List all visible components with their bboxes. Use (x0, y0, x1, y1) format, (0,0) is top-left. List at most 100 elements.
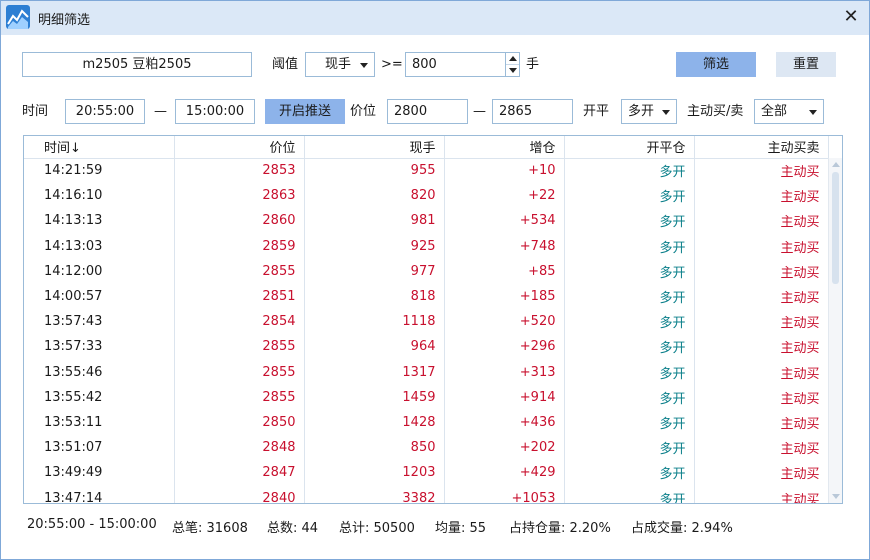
time-start-input[interactable]: 20:55:00 (65, 99, 145, 124)
cell-side: 主动买 (694, 435, 829, 461)
table-row[interactable]: 14:13:03 2859 925 +748 多开 主动买 (24, 233, 829, 259)
cell-volume: 820 (304, 183, 445, 209)
cell-oi-change: +185 (444, 283, 565, 310)
unit-label: 手 (526, 57, 540, 72)
scroll-down-icon[interactable] (832, 494, 840, 499)
time-label: 时间 (22, 104, 49, 119)
header-open-close[interactable]: 开平仓 (564, 136, 695, 159)
table-row[interactable]: 13:49:49 2847 1203 +429 多开 主动买 (24, 460, 829, 486)
table-row[interactable]: 13:55:42 2855 1459 +914 多开 主动买 (24, 384, 829, 410)
cell-side: 主动买 (694, 460, 829, 486)
cell-time: 13:57:43 (24, 309, 175, 335)
header-time[interactable]: 时间↓ (24, 136, 175, 159)
cell-oi-change: +22 (444, 183, 565, 209)
threshold-label: 阈值 (272, 57, 299, 72)
cell-price: 2851 (174, 283, 305, 310)
cell-time: 13:57:33 (24, 334, 175, 360)
open-close-select[interactable]: 多开 (621, 99, 677, 124)
price-max-input[interactable]: 2865 (492, 99, 573, 124)
cell-oi-change: +1053 (444, 485, 565, 503)
scroll-thumb[interactable] (832, 172, 839, 284)
cell-open-close: 多开 (564, 183, 695, 209)
cell-price: 2840 (174, 485, 305, 503)
cell-price: 2847 (174, 460, 305, 486)
threshold-value-input[interactable]: 800 (405, 52, 520, 77)
time-end-input[interactable]: 15:00:00 (175, 99, 255, 124)
cell-side: 主动买 (694, 384, 829, 410)
cell-oi-change: +202 (444, 435, 565, 461)
vertical-scrollbar[interactable] (828, 158, 842, 503)
threshold-type-select[interactable]: 现手 (305, 52, 375, 77)
price-dash: — (473, 104, 486, 119)
scroll-up-icon[interactable] (832, 162, 840, 167)
cell-open-close: 多开 (564, 485, 695, 503)
cell-side: 主动买 (694, 208, 829, 234)
cell-side: 主动买 (694, 359, 829, 385)
table-row[interactable]: 14:13:13 2860 981 +534 多开 主动买 (24, 208, 829, 234)
cell-price: 2855 (174, 359, 305, 385)
table-row[interactable]: 13:57:43 2854 1118 +520 多开 主动买 (24, 309, 829, 335)
cell-time: 14:13:13 (24, 208, 175, 234)
detail-table: 时间↓ 价位 现手 增仓 开平仓 主动买卖 14:21:59 2853 955 +10… (23, 135, 843, 504)
title-bar: 明细筛选 ✕ (1, 1, 869, 35)
header-oi-change[interactable]: 增仓 (444, 136, 565, 159)
cell-open-close: 多开 (564, 409, 695, 436)
cell-time: 13:47:14 (24, 485, 175, 503)
price-label: 价位 (350, 104, 377, 119)
spin-up-icon[interactable] (509, 56, 517, 61)
cell-volume: 818 (304, 283, 445, 310)
cell-oi-change: +313 (444, 359, 565, 385)
table-row[interactable]: 14:00:57 2851 818 +185 多开 主动买 (24, 283, 829, 310)
table-row[interactable]: 14:21:59 2853 955 +10 多开 主动买 (24, 158, 829, 184)
cell-side: 主动买 (694, 183, 829, 209)
cell-side: 主动买 (694, 158, 829, 184)
filter-window: 明细筛选 ✕ m2505 豆粕2505 阈值 现手 >= 800 手 筛选 重置… (0, 0, 870, 560)
spin-down-icon[interactable] (509, 68, 517, 73)
table-row[interactable]: 14:12:00 2855 977 +85 多开 主动买 (24, 258, 829, 284)
chart-line-icon (6, 5, 30, 29)
side-select[interactable]: 全部 (754, 99, 824, 124)
reset-button[interactable]: 重置 (776, 52, 836, 77)
table-row[interactable]: 13:51:07 2848 850 +202 多开 主动买 (24, 435, 829, 461)
cell-volume: 955 (304, 158, 445, 184)
cell-open-close: 多开 (564, 334, 695, 360)
price-min-input[interactable]: 2800 (387, 99, 468, 124)
cell-volume: 1428 (304, 409, 445, 436)
header-volume[interactable]: 现手 (304, 136, 445, 159)
cell-time: 13:49:49 (24, 460, 175, 486)
spinner-arrows-icon[interactable] (505, 53, 519, 76)
table-body: 14:21:59 2853 955 +10 多开 主动买 14:16:10 2863 820 +2… (24, 158, 829, 503)
header-price[interactable]: 价位 (174, 136, 305, 159)
cell-open-close: 多开 (564, 309, 695, 335)
footer-time-range: 20:55:00 - 15:00:00 (27, 517, 157, 532)
table-row[interactable]: 13:47:14 2840 3382 +1053 多开 主动买 (24, 485, 829, 503)
cell-price: 2863 (174, 183, 305, 209)
cell-open-close: 多开 (564, 258, 695, 284)
side-value: 全部 (761, 104, 788, 119)
close-icon[interactable]: ✕ (841, 7, 861, 27)
cell-time: 13:55:42 (24, 384, 175, 410)
cell-open-close: 多开 (564, 435, 695, 461)
cell-side: 主动买 (694, 334, 829, 360)
cell-open-close: 多开 (564, 359, 695, 385)
table-row[interactable]: 13:55:46 2855 1317 +313 多开 主动买 (24, 359, 829, 385)
contract-field[interactable]: m2505 豆粕2505 (22, 52, 252, 77)
cell-open-close: 多开 (564, 384, 695, 410)
cell-side: 主动买 (694, 309, 829, 335)
table-row[interactable]: 14:16:10 2863 820 +22 多开 主动买 (24, 183, 829, 209)
cell-volume: 1118 (304, 309, 445, 335)
cell-price: 2855 (174, 384, 305, 410)
open-close-label: 开平 (583, 104, 610, 119)
table-row[interactable]: 13:53:11 2850 1428 +436 多开 主动买 (24, 409, 829, 436)
cell-side: 主动买 (694, 258, 829, 284)
chevron-down-icon (809, 110, 817, 115)
threshold-type-value: 现手 (325, 57, 352, 72)
push-button[interactable]: 开启推送 (265, 99, 345, 124)
cell-volume: 3382 (304, 485, 445, 503)
filter-button[interactable]: 筛选 (676, 52, 756, 77)
cell-volume: 964 (304, 334, 445, 360)
header-side[interactable]: 主动买卖 (694, 136, 829, 159)
table-row[interactable]: 13:57:33 2855 964 +296 多开 主动买 (24, 334, 829, 360)
footer-total-count: 总数: 44 (267, 521, 319, 536)
cell-oi-change: +914 (444, 384, 565, 410)
